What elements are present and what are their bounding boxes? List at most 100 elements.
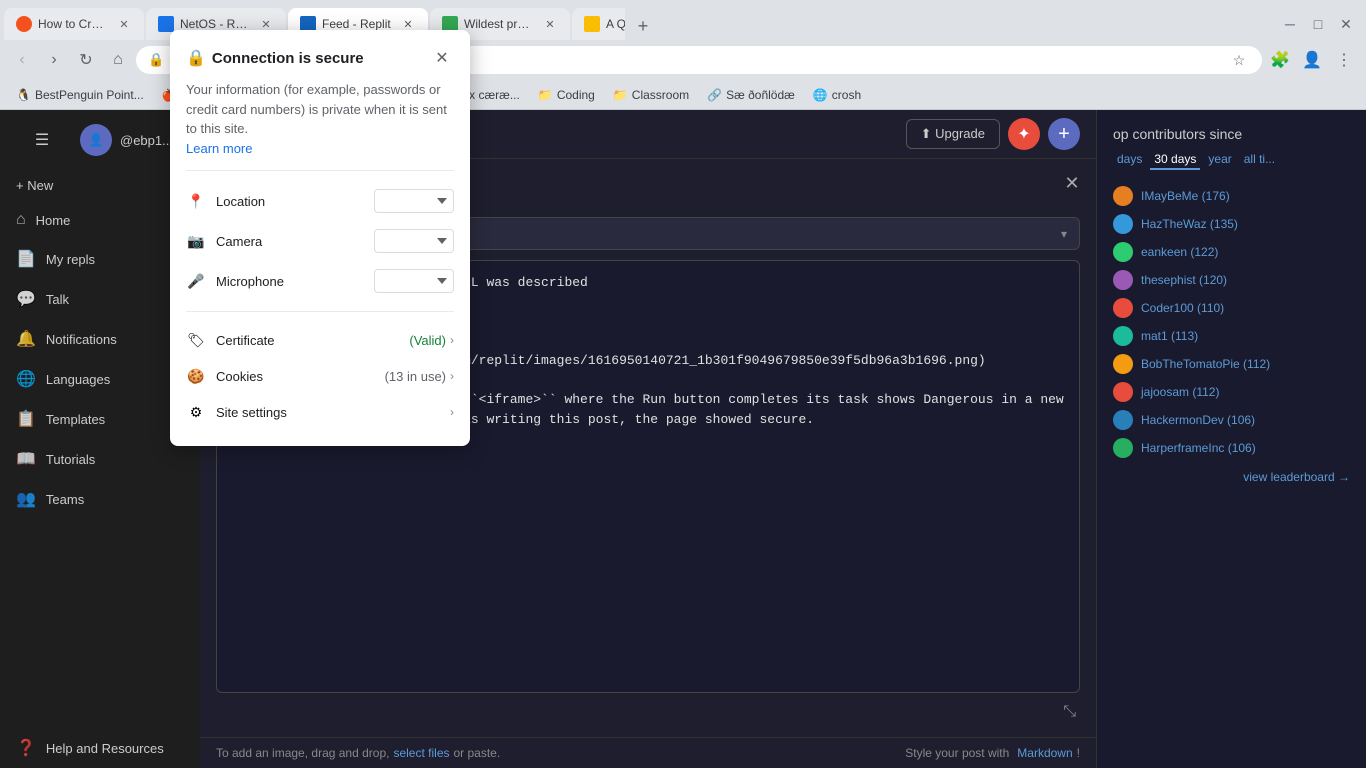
secure-lock-icon: 🔒	[186, 48, 206, 68]
user-avatar: 👤	[80, 124, 112, 156]
maximize-button[interactable]: □	[1306, 12, 1330, 36]
minimize-button[interactable]: ─	[1278, 12, 1302, 36]
resize-handle[interactable]: ⤡	[216, 703, 1080, 721]
lb-name-8[interactable]: jajoosam (112)	[1141, 385, 1350, 399]
lb-avatar-5	[1113, 298, 1133, 318]
tab-2-title: NetOS - Replit	[180, 17, 252, 31]
lb-name-7[interactable]: BobTheTomatoPie (112)	[1141, 357, 1350, 371]
popup-desc-text: Your information (for example, passwords…	[186, 82, 447, 136]
location-label: Location	[216, 194, 374, 209]
tab-4-close[interactable]: ✕	[542, 16, 558, 32]
tab-5[interactable]: A Quick Guid... ✕	[572, 8, 625, 40]
bookmark-crosh-label: crosh	[832, 88, 861, 102]
home-button[interactable]: ⌂	[104, 46, 132, 74]
lb-avatar-6	[1113, 326, 1133, 346]
view-leaderboard-link[interactable]: view leaderboard →	[1113, 470, 1350, 484]
popup-title-text: Connection is secure	[212, 50, 364, 67]
languages-label: Languages	[46, 372, 110, 387]
select-files-link[interactable]: select files	[393, 746, 449, 760]
tab-1-favicon	[16, 16, 32, 32]
location-icon: 📍	[186, 191, 206, 211]
popup-description: Your information (for example, passwords…	[186, 80, 454, 158]
lb-name-5[interactable]: Coder100 (110)	[1141, 301, 1350, 315]
tab-30days[interactable]: 30 days	[1150, 150, 1200, 170]
lb-name-1[interactable]: IMayBeMe (176)	[1141, 189, 1350, 203]
microphone-select[interactable]: Ask Allow Block	[374, 269, 454, 293]
camera-select[interactable]: Ask Allow Block	[374, 229, 454, 253]
close-button[interactable]: ✕	[1334, 12, 1358, 36]
certificate-label: Certificate	[216, 333, 409, 348]
teams-icon: 👥	[16, 489, 36, 509]
tab-year[interactable]: year	[1204, 150, 1235, 170]
tab-all[interactable]: all ti...	[1240, 150, 1279, 170]
reload-button[interactable]: ↻	[72, 46, 100, 74]
leaderboard-title: op contributors since	[1113, 126, 1350, 142]
notifications-label: Notifications	[46, 332, 117, 347]
camera-select-wrapper[interactable]: Ask Allow Block	[374, 229, 454, 253]
lb-avatar-3	[1113, 242, 1133, 262]
add-button[interactable]: +	[1048, 118, 1080, 150]
bookmark-classroom[interactable]: 📁 Classroom	[605, 86, 697, 104]
popup-location-row: 📍 Location Ask Allow Block	[186, 181, 454, 221]
location-select[interactable]: Ask Allow Block	[374, 189, 454, 213]
popup-header: 🔒 Connection is secure ✕	[186, 46, 454, 70]
list-item: jajoosam (112)	[1113, 378, 1350, 406]
sidebar-item-help[interactable]: ❓ Help and Resources	[0, 728, 200, 768]
chrome-menu-button[interactable]: ⋮	[1330, 46, 1358, 74]
lb-name-10[interactable]: HarperframeInc (106)	[1141, 441, 1350, 455]
bookmark-coding-icon: 📁	[538, 88, 553, 102]
post-footer: To add an image, drag and drop, select f…	[200, 737, 1096, 768]
teams-label: Teams	[46, 492, 84, 507]
upgrade-button[interactable]: ⬆ Upgrade	[906, 119, 1000, 149]
back-button[interactable]: ‹	[8, 46, 36, 74]
new-btn-label: + New	[16, 178, 53, 193]
popup-title: 🔒 Connection is secure	[186, 48, 364, 68]
secure-icon: 🔒	[148, 52, 164, 68]
bookmark-bestpenguin-label: BestPenguin Point...	[35, 88, 144, 102]
user-profile-button[interactable]: 👤	[1298, 46, 1326, 74]
bookmark-crosh[interactable]: 🌐 crosh	[805, 86, 869, 104]
location-select-wrapper[interactable]: Ask Allow Block	[374, 189, 454, 213]
lb-name-9[interactable]: HackermonDev (106)	[1141, 413, 1350, 427]
markdown-link[interactable]: Markdown	[1017, 746, 1072, 760]
help-label: Help and Resources	[46, 741, 164, 756]
bookmark-sae-icon: 🔗	[707, 88, 722, 102]
list-item: mat1 (113)	[1113, 322, 1350, 350]
bookmark-coding[interactable]: 📁 Coding	[530, 86, 603, 104]
sidebar-item-teams[interactable]: 👥 Teams	[0, 479, 200, 519]
bookmark-classroom-label: Classroom	[632, 88, 689, 102]
extensions-button[interactable]: 🧩	[1266, 46, 1294, 74]
lb-name-3[interactable]: eankeen (122)	[1141, 245, 1350, 259]
tab-5-favicon	[584, 16, 600, 32]
popup-cookies-row[interactable]: 🍪 Cookies (13 in use) ›	[186, 358, 454, 394]
lb-name-2[interactable]: HazTheWaz (135)	[1141, 217, 1350, 231]
popup-site-settings-row[interactable]: ⚙ Site settings ›	[186, 394, 454, 430]
new-tab-button[interactable]: +	[629, 12, 657, 40]
home-icon: ⌂	[16, 211, 26, 229]
learn-more-link[interactable]: Learn more	[186, 141, 252, 156]
popup-certificate-row[interactable]: 🏷 Certificate (Valid) ›	[186, 322, 454, 358]
security-popup: 🔒 Connection is secure ✕ Your informatio…	[170, 30, 470, 446]
modal-close-button[interactable]: ✕	[1060, 171, 1084, 195]
lb-avatar-10	[1113, 438, 1133, 458]
tab-days[interactable]: days	[1113, 150, 1146, 170]
myrepls-label: My repls	[46, 252, 95, 267]
user-icon-button[interactable]: ✦	[1008, 118, 1040, 150]
bookmark-star-icon[interactable]: ☆	[1228, 49, 1250, 71]
popup-divider-2	[186, 311, 454, 312]
hamburger-menu[interactable]: ☰	[28, 126, 56, 154]
microphone-select-wrapper[interactable]: Ask Allow Block	[374, 269, 454, 293]
sidebar-item-tutorials[interactable]: 📖 Tutorials	[0, 439, 200, 479]
lb-name-4[interactable]: thesephist (120)	[1141, 273, 1350, 287]
right-panel: op contributors since days 30 days year …	[1096, 110, 1366, 768]
lb-name-6[interactable]: mat1 (113)	[1141, 329, 1350, 343]
tab-1-close[interactable]: ✕	[116, 16, 132, 32]
bookmark-bestpenguin[interactable]: 🐧 BestPenguin Point...	[8, 86, 152, 104]
popup-close-button[interactable]: ✕	[430, 46, 454, 70]
list-item: IMayBeMe (176)	[1113, 182, 1350, 210]
tab-1[interactable]: How to Crea... ✕	[4, 8, 144, 40]
forward-button[interactable]: ›	[40, 46, 68, 74]
certificate-chevron-icon: ›	[450, 333, 454, 347]
bookmark-sae[interactable]: 🔗 Sæ ðoñlödæ	[699, 86, 803, 104]
lb-avatar-7	[1113, 354, 1133, 374]
